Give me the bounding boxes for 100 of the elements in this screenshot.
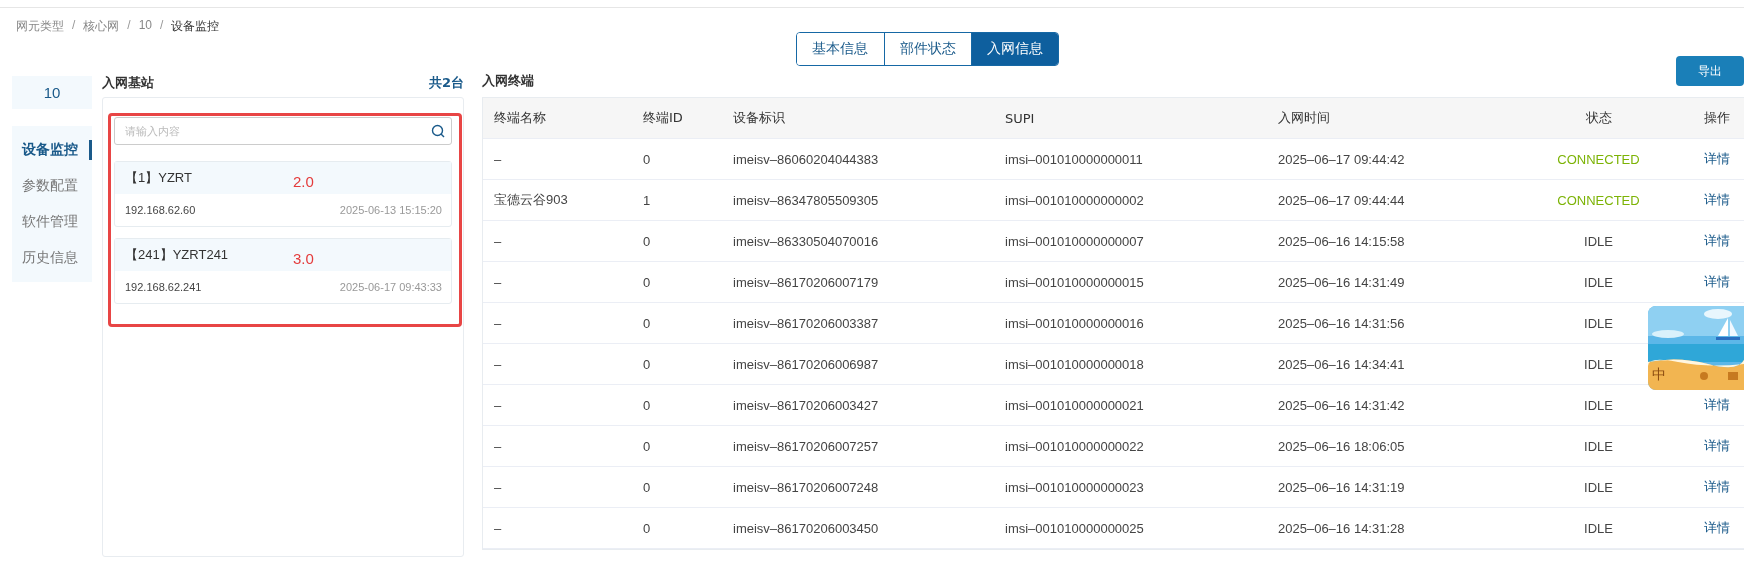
annotation-label: 3.0 [293,250,314,267]
status-cell-text: CONNECTED [1556,151,1641,167]
table-cell-text: 0 [642,479,652,495]
table-cell-text: imeisv–86060204044383 [732,151,880,167]
status-cell-text: IDLE [1583,315,1614,331]
table-cell-text: imsi–001010000000023 [1004,479,1145,495]
nav-item[interactable]: 参数配置 [12,168,92,204]
station-time: 2025-06-17 09:43:33 [339,281,442,293]
status-cell-text: IDLE [1583,274,1614,290]
table-cell-text: 0 [642,315,652,331]
status-cell-text: IDLE [1583,356,1614,372]
breadcrumb-separator: / [127,18,131,34]
table-cell-text: – [493,479,503,495]
breadcrumb-separator: / [72,18,76,34]
table-cell-text: 宝德云谷903 [493,191,569,209]
breadcrumb-item: 设备监控 [171,18,220,35]
table-cell-text: 1 [642,192,652,208]
column-header: SUPI [1004,110,1036,126]
section-title: 入网终端 [482,73,534,88]
table-cell-text: – [493,315,503,331]
table-cell-text: imsi–001010000000016 [1004,315,1145,331]
table-cell-text: 2025–06–16 14:31:28 [1277,520,1406,536]
table-cell-text: imeisv–86170206007179 [732,274,880,290]
annotation-label: 2.0 [293,173,314,190]
details-link[interactable]: 详情 [1704,232,1730,250]
nav-item[interactable]: 历史信息 [12,240,92,276]
details-link[interactable]: 详情 [1704,478,1730,496]
export-button[interactable]: 导出 [1676,56,1744,86]
table-cell-text: – [493,397,503,413]
breadcrumb-item[interactable]: 网元类型 [16,18,64,38]
table-cell-text: 2025–06–17 09:44:44 [1277,192,1406,208]
table-cell-text: 0 [642,274,652,290]
status-cell-text: IDLE [1583,479,1614,495]
table-cell-text: imeisv–86347805509305 [732,192,880,208]
table-cell-text: 2025–06–16 14:34:41 [1277,356,1406,372]
table-cell-text: 2025–06–16 18:06:05 [1277,438,1406,454]
details-link[interactable]: 详情 [1704,150,1730,168]
nav-item[interactable]: 设备监控 [12,140,92,160]
table-cell-text: imeisv–86170206007257 [732,438,880,454]
table-cell-text: imsi–001010000000002 [1004,192,1145,208]
station-card[interactable]: 【1】YZRT 192.168.62.60 2025-06-13 15:15:20 2.0 [114,161,452,227]
details-link[interactable]: 详情 [1704,396,1730,414]
table-cell-text: imsi–001010000000011 [1004,151,1144,167]
column-header: 状态 [1584,109,1613,127]
table-cell-text: imsi–001010000000018 [1004,356,1145,372]
table-cell-text: 2025–06–16 14:15:58 [1277,233,1406,249]
table-cell-text: 0 [642,356,652,372]
station-name: 【241】YZRT241 [125,246,229,264]
table-cell-text: – [493,438,503,454]
table-cell-text: 0 [642,520,652,536]
table-cell-text: 2025–06–16 14:31:42 [1277,397,1406,413]
details-link[interactable]: 详情 [1704,273,1730,291]
tab[interactable]: 入网信息 [970,33,1058,65]
search-field[interactable]: 请输入内容 [114,117,452,145]
table-cell-text: – [493,233,503,249]
table-cell-text: – [493,520,503,536]
column-header: 终端名称 [493,109,547,127]
input-mode-label: 中 [1652,366,1666,384]
column-header: 入网时间 [1277,109,1331,127]
status-cell-text: IDLE [1583,233,1614,249]
table-cell-text: 2025–06–16 14:31:19 [1277,479,1406,495]
status-cell-text: IDLE [1583,397,1614,413]
breadcrumb-separator: / [160,18,164,34]
status-cell-text: IDLE [1583,438,1614,454]
station-ip: 192.168.62.241 [125,281,202,293]
table-cell-text: imeisv–86170206007248 [732,479,880,495]
nav-item[interactable]: 软件管理 [12,204,92,240]
station-count: 共2台 [428,74,464,92]
station-name: 【1】YZRT [125,169,192,187]
search-icon[interactable] [431,124,445,138]
table-cell-text: – [493,274,503,290]
column-header: 设备标识 [732,109,786,127]
details-link[interactable]: 详情 [1704,519,1730,537]
table-cell-text: 2025–06–16 14:31:56 [1277,315,1406,331]
table-cell-text: imsi–001010000000025 [1004,520,1145,536]
column-header: 操作 [1703,109,1731,127]
table-cell-text: – [493,151,503,167]
details-link[interactable]: 详情 [1704,191,1730,209]
table-cell-text: imeisv–86170206003450 [732,520,880,536]
breadcrumb-item[interactable]: 10 [138,18,153,38]
station-card[interactable]: 【241】YZRT241 192.168.62.241 2025-06-17 09:43:33 3.0 [114,238,452,304]
column-header: 终端ID [642,109,684,127]
details-link[interactable]: 详情 [1704,437,1730,455]
ime-widget[interactable]: 中 [1648,306,1744,390]
station-ip: 192.168.62.60 [125,204,196,216]
table-cell-text: imeisv–86330504070016 [732,233,880,249]
table-cell-text: – [493,356,503,372]
table-cell-text: 0 [642,233,652,249]
table-cell-text: imeisv–86170206003387 [732,315,880,331]
breadcrumb-item[interactable]: 核心网 [83,18,120,38]
status-cell-text: CONNECTED [1556,192,1641,208]
table-cell-text: imeisv–86170206006987 [732,356,880,372]
table-cell-text: imsi–001010000000015 [1004,274,1145,290]
table-cell-text: imsi–001010000000021 [1004,397,1145,413]
table-cell-text: 0 [642,438,652,454]
table-cell-text: imeisv–86170206003427 [732,397,880,413]
table-cell-text: 2025–06–16 14:31:49 [1277,274,1406,290]
status-cell-text: IDLE [1583,520,1614,536]
device-name: 10 [12,76,92,109]
section-title: 入网基站 [102,74,154,92]
